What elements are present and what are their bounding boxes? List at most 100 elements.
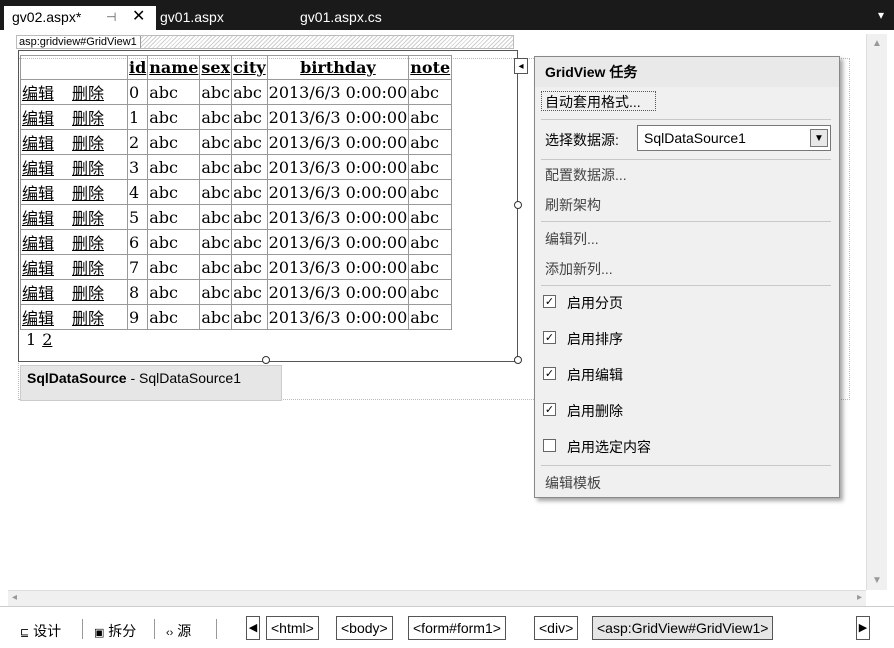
view-split-label: 拆分 — [108, 623, 137, 639]
resize-handle-bottom[interactable] — [262, 356, 270, 364]
breadcrumb-body[interactable]: <body> — [336, 616, 393, 640]
view-source-button[interactable]: ‹› 源 — [166, 621, 191, 641]
view-split-button[interactable]: ▣ 拆分 — [94, 621, 136, 641]
cell-birthday: 2013/6/3 0:00:00 — [266, 179, 410, 205]
cell-id: 8 — [126, 279, 149, 305]
delete-link[interactable]: 删除 — [72, 259, 104, 278]
cell-birthday: 2013/6/3 0:00:00 — [266, 129, 410, 155]
smart-tag-collapse-icon[interactable]: ◂ — [514, 58, 528, 74]
edit-templates-link[interactable]: 编辑模板 — [545, 473, 601, 493]
view-design-button[interactable]: ⊑ 设计 — [20, 621, 61, 641]
scroll-left-icon[interactable]: ◂ — [12, 592, 17, 603]
checkbox-3[interactable]: ✓ — [543, 367, 556, 380]
divider — [82, 619, 83, 639]
pager-page-2[interactable]: 2 — [42, 330, 52, 349]
edit-link[interactable]: 编辑 — [22, 134, 54, 153]
divider — [216, 619, 217, 639]
delete-link[interactable]: 删除 — [72, 234, 104, 253]
header-command — [20, 55, 128, 80]
edit-link[interactable]: 编辑 — [22, 109, 54, 128]
edit-link[interactable]: 编辑 — [22, 284, 54, 303]
sqldatasource-control[interactable]: SqlDataSource - SqlDataSource1 — [20, 365, 282, 401]
tab-list-dropdown-icon[interactable]: ▾ — [878, 8, 884, 22]
edit-link[interactable]: 编辑 — [22, 159, 54, 178]
pager-page-1: 1 — [26, 330, 37, 349]
vertical-scrollbar[interactable]: ▲ ▼ — [866, 34, 887, 590]
gridview-table[interactable]: id name sex city birthday note 编辑 删除 0 abc a… — [20, 55, 453, 330]
breadcrumb-form[interactable]: <form#form1> — [408, 616, 506, 640]
close-icon[interactable]: ✕ — [132, 6, 145, 28]
checkbox-label[interactable]: 启用排序 — [567, 329, 623, 349]
tag-nav-right-icon[interactable]: ▶ — [856, 616, 870, 640]
tab-gv01-aspx[interactable]: gv01.aspx — [152, 6, 232, 30]
cell-id: 6 — [126, 229, 149, 255]
delete-link[interactable]: 删除 — [72, 134, 104, 153]
source-view-icon: ‹› — [166, 627, 174, 639]
edit-link[interactable]: 编辑 — [22, 259, 54, 278]
edit-link[interactable]: 编辑 — [22, 184, 54, 203]
header-name[interactable]: name — [147, 55, 201, 80]
tab-gv02-aspx[interactable]: gv02.aspx* ⊣ ✕ — [4, 6, 156, 30]
header-city[interactable]: city — [231, 55, 268, 80]
delete-link[interactable]: 删除 — [72, 309, 104, 328]
scroll-down-icon[interactable]: ▼ — [872, 575, 882, 586]
edit-link[interactable]: 编辑 — [22, 84, 54, 103]
breadcrumb-gridview[interactable]: <asp:GridView#GridView1> — [592, 616, 774, 640]
horizontal-scrollbar[interactable]: ◂ ▸ — [8, 590, 866, 607]
command-cell: 编辑 删除 — [20, 179, 128, 205]
checkbox-label[interactable]: 启用分页 — [567, 293, 623, 313]
cell-city: abc — [231, 129, 268, 155]
checkbox-5[interactable] — [543, 439, 556, 452]
breadcrumb-html[interactable]: <html> — [266, 616, 319, 640]
delete-link[interactable]: 删除 — [72, 209, 104, 228]
scroll-up-icon[interactable]: ▲ — [872, 38, 882, 49]
cell-id: 2 — [126, 129, 149, 155]
tab-gv01-aspx-cs[interactable]: gv01.aspx.cs — [292, 6, 390, 30]
pin-icon[interactable]: ⊣ — [106, 6, 116, 28]
breadcrumb-div[interactable]: <div> — [534, 616, 579, 640]
choose-datasource-select[interactable]: SqlDataSource1 ▼ — [637, 125, 831, 151]
edit-link[interactable]: 编辑 — [22, 209, 54, 228]
auto-format-link[interactable]: 自动套用格式... — [541, 91, 656, 111]
checkbox-1[interactable]: ✓ — [543, 295, 556, 308]
datasource-id: SqlDataSource1 — [139, 370, 241, 386]
checkbox-label[interactable]: 启用选定内容 — [567, 437, 651, 457]
delete-link[interactable]: 删除 — [72, 109, 104, 128]
checkbox-2[interactable]: ✓ — [543, 331, 556, 344]
gridview-tasks-panel: GridView 任务 自动套用格式... 选择数据源: SqlDataSour… — [534, 56, 840, 498]
header-sex[interactable]: sex — [199, 55, 233, 80]
delete-link[interactable]: 删除 — [72, 184, 104, 203]
resize-handle-right[interactable] — [514, 201, 522, 209]
view-source-label: 源 — [177, 623, 192, 639]
edit-columns-link[interactable]: 编辑列... — [545, 229, 599, 249]
header-id[interactable]: id — [126, 55, 149, 80]
checkbox-label[interactable]: 启用删除 — [567, 401, 623, 421]
configure-datasource-link[interactable]: 配置数据源... — [545, 165, 627, 185]
delete-link[interactable]: 删除 — [72, 284, 104, 303]
cell-id: 5 — [126, 204, 149, 230]
command-cell: 编辑 删除 — [20, 204, 128, 230]
cell-name: abc — [147, 254, 201, 280]
header-note[interactable]: note — [408, 55, 453, 80]
delete-link[interactable]: 删除 — [72, 159, 104, 178]
split-view-icon: ▣ — [94, 627, 105, 639]
grid-header-row: id name sex city birthday note — [20, 55, 453, 80]
edit-link[interactable]: 编辑 — [22, 309, 54, 328]
scroll-right-icon[interactable]: ▸ — [857, 592, 862, 603]
refresh-schema-link[interactable]: 刷新架构 — [545, 195, 601, 215]
cell-birthday: 2013/6/3 0:00:00 — [266, 229, 410, 255]
cell-city: abc — [231, 104, 268, 130]
header-birthday[interactable]: birthday — [266, 55, 410, 80]
table-row: 编辑 删除 4 abc abc abc 2013/6/3 0:00:00 abc — [20, 179, 453, 205]
add-column-link[interactable]: 添加新列... — [545, 259, 613, 279]
checkbox-4[interactable]: ✓ — [543, 403, 556, 416]
cell-name: abc — [147, 129, 201, 155]
edit-link[interactable]: 编辑 — [22, 234, 54, 253]
dropdown-arrow-icon[interactable]: ▼ — [810, 129, 828, 147]
resize-handle-corner[interactable] — [514, 356, 522, 364]
checkbox-label[interactable]: 启用编辑 — [567, 365, 623, 385]
tab-label: gv02.aspx* — [12, 9, 82, 25]
tag-nav-left-icon[interactable]: ◀ — [246, 616, 260, 640]
cell-id: 1 — [126, 104, 149, 130]
delete-link[interactable]: 删除 — [72, 84, 104, 103]
